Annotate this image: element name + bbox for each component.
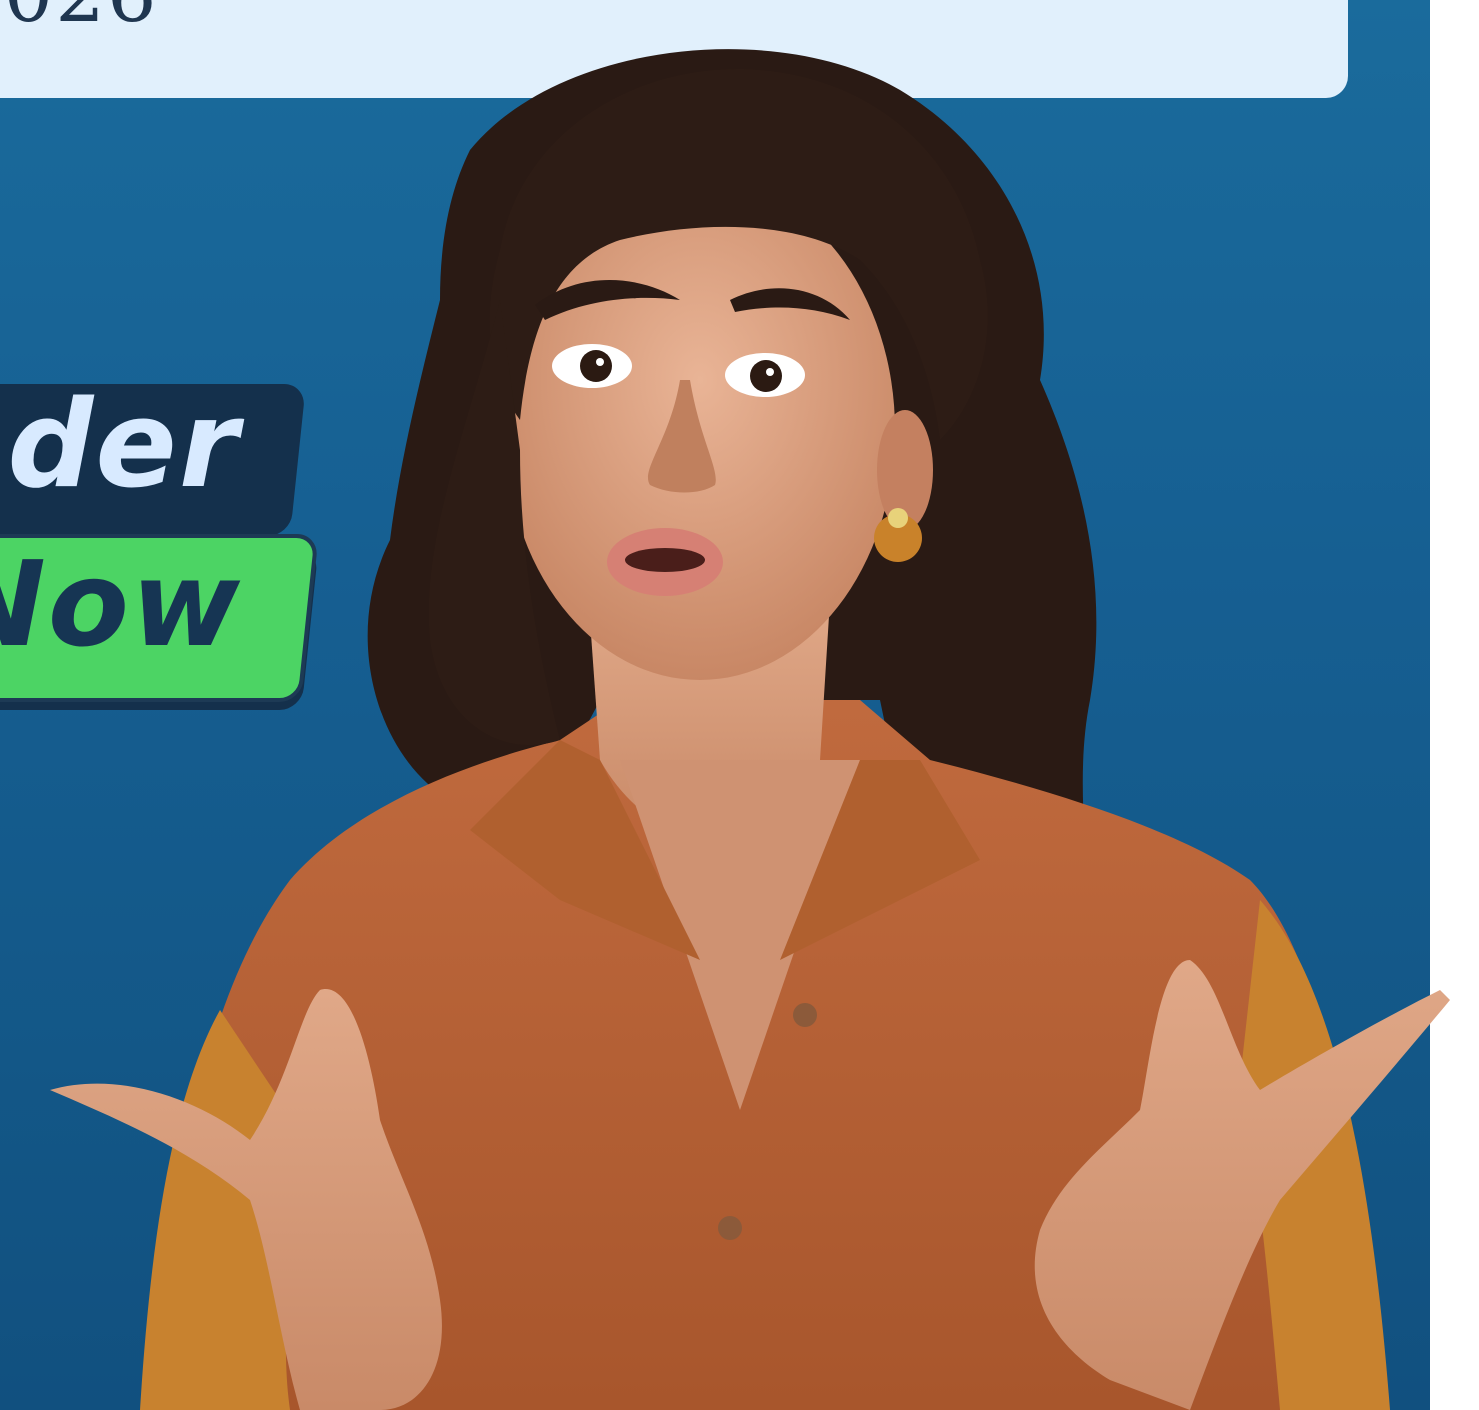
surprised-woman-photo [50,49,1450,1410]
promo-banner-page: 2026 der Now [0,0,1479,1410]
shirt-button-1 [793,1003,817,1027]
shirt-button-2 [718,1216,742,1240]
